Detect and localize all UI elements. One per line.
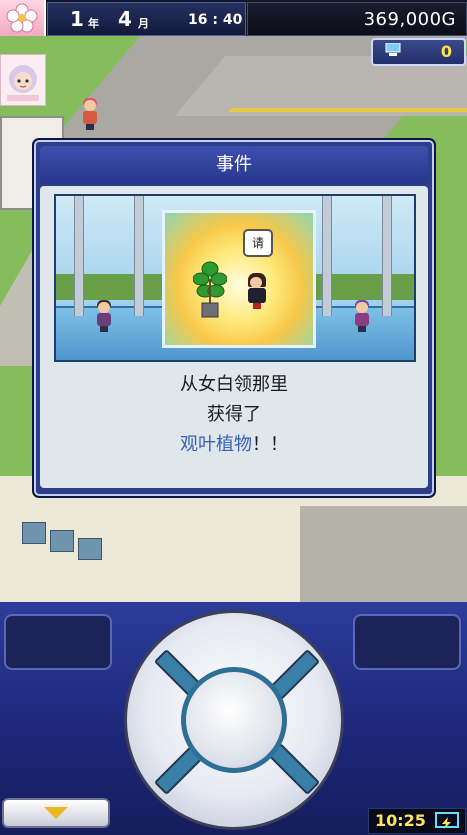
- left-action-button[interactable]: [4, 614, 112, 670]
- plant-icon: [193, 261, 227, 318]
- window-frame-1: [74, 196, 84, 316]
- window-frame-4: [382, 196, 392, 316]
- month-value: 4: [118, 7, 132, 31]
- clock-display: 10:25: [368, 808, 466, 834]
- controller-panel: 10:25: [0, 602, 467, 835]
- item-suffix: ！！: [252, 434, 288, 455]
- battery-icon: [435, 812, 459, 829]
- scene-person-left: [96, 300, 112, 332]
- dpad-center-button[interactable]: [181, 667, 287, 773]
- time-display: 16 : 40: [188, 12, 243, 28]
- scene-person-right: [354, 300, 370, 332]
- money-value: 369,000G: [363, 9, 456, 30]
- terminal-window-3: [78, 538, 102, 560]
- dialog-body: 请 从女白领那里 获得了 观叶植物！！: [40, 186, 428, 488]
- month-unit: 月: [138, 17, 149, 30]
- directional-pad[interactable]: [124, 610, 344, 830]
- taxi-line: [228, 108, 467, 112]
- arrow-down-icon: [44, 807, 68, 819]
- office-lady-character: [247, 273, 267, 313]
- pc-icon: [385, 43, 401, 56]
- menu-toggle-button[interactable]: [2, 798, 110, 828]
- window-frame-3: [322, 196, 332, 316]
- message-line-1: 从女白领那里: [180, 374, 288, 395]
- dialog-title: 事件: [40, 146, 428, 184]
- clock-time: 10:25: [375, 811, 426, 830]
- event-message: 从女白领那里 获得了 观叶植物！！: [40, 370, 428, 460]
- visitor-character[interactable]: [82, 98, 98, 130]
- right-action-button[interactable]: [353, 614, 461, 670]
- money-display: 369,000G: [247, 2, 467, 36]
- date-display: 1 年 4 月 16 : 40: [47, 2, 246, 36]
- pc-count: 0: [440, 42, 452, 61]
- terminal-window-1: [22, 522, 46, 544]
- top-hud: 1 年 4 月 16 : 40 369,000G: [0, 0, 467, 36]
- sakura-icon[interactable]: [0, 0, 46, 36]
- event-scene: 请: [54, 194, 416, 362]
- year-unit: 年: [88, 17, 99, 30]
- item-name: 观叶植物: [180, 434, 252, 455]
- year-value: 1: [70, 7, 84, 31]
- window-frame-2: [134, 196, 144, 316]
- terminal-window-2: [50, 530, 74, 552]
- message-line-3: 观叶植物！！: [40, 430, 428, 460]
- event-dialog[interactable]: 事件 请 从女白领那里 获得了 观叶植物！！: [32, 138, 436, 498]
- speech-bubble: 请: [243, 229, 273, 257]
- event-spotlight: 请: [162, 210, 316, 348]
- advisor-icon[interactable]: [0, 54, 46, 106]
- lower-road: [300, 506, 467, 602]
- pc-counter-button[interactable]: 0: [371, 38, 466, 66]
- message-line-2: 获得了: [207, 404, 261, 425]
